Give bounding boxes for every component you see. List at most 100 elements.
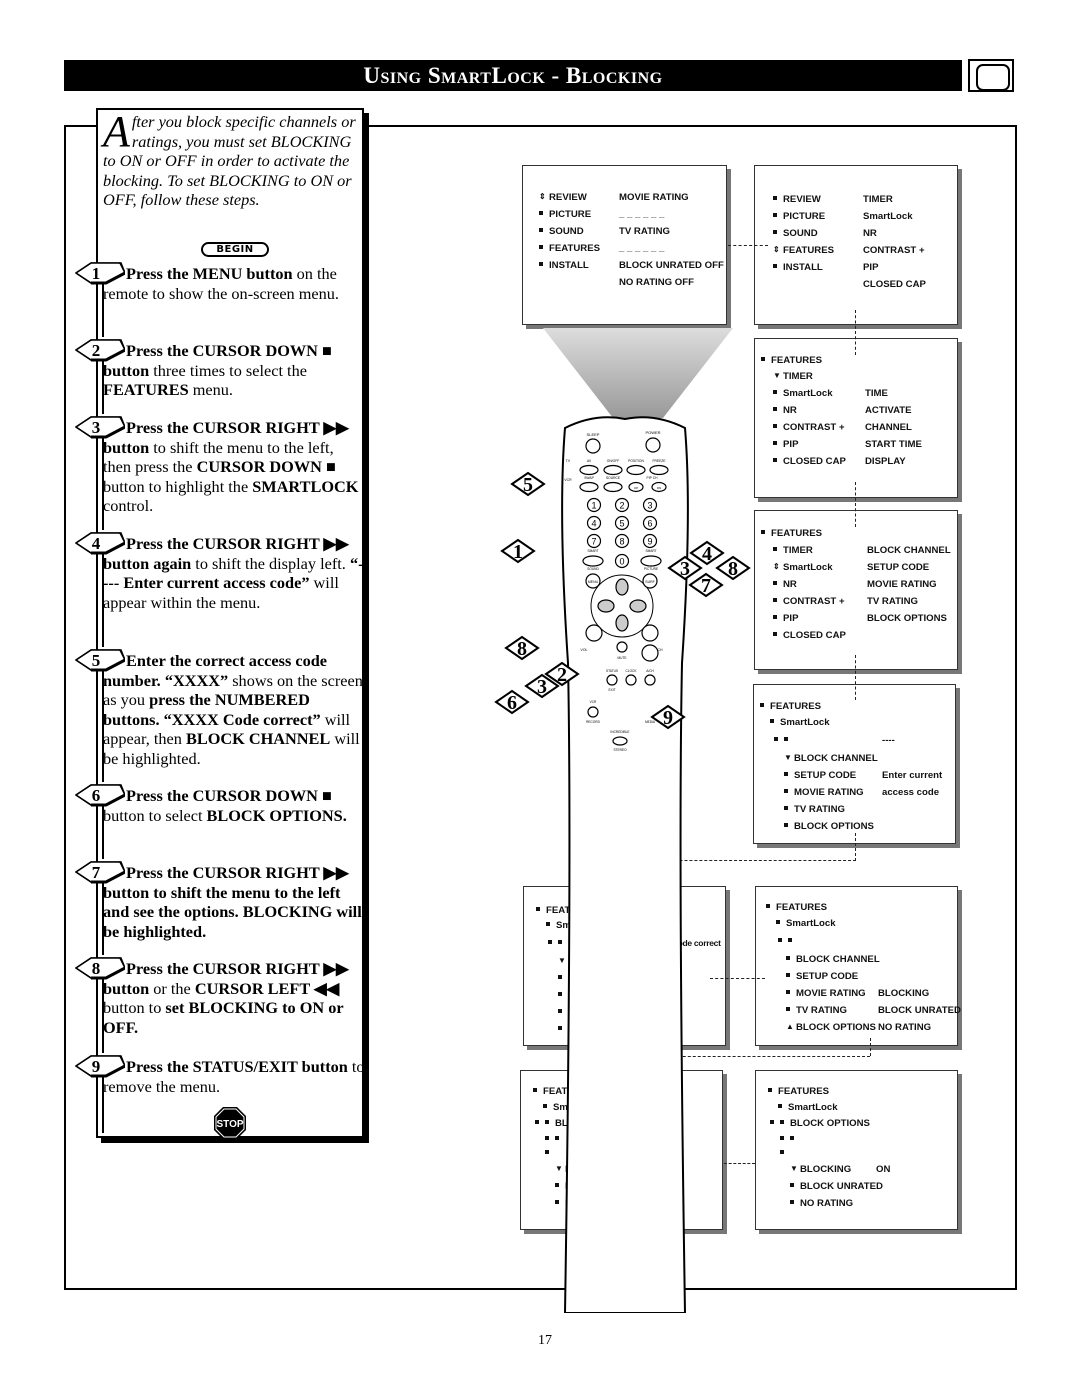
menu-item-label: FEATURES	[770, 701, 821, 712]
digit-label: 2	[619, 501, 624, 511]
ch-down-button[interactable]	[641, 644, 659, 662]
step-number: 7	[92, 863, 101, 882]
bullet-icon	[773, 230, 777, 235]
step-number-diamond-icon: 9	[75, 1055, 125, 1078]
bullet-icon	[788, 938, 792, 943]
menu-item: SETUP CODE	[784, 770, 856, 781]
menu-item-label: PIP	[783, 439, 799, 450]
remote-label: STATUS	[606, 669, 618, 673]
bullet-icon	[545, 1150, 549, 1155]
bullet-icon	[555, 1136, 559, 1141]
position-button[interactable]	[626, 464, 646, 476]
mute-button[interactable]	[616, 641, 628, 653]
smart-picture-button[interactable]	[640, 555, 662, 567]
cursor-left-button[interactable]	[597, 599, 615, 613]
menu-item: REVIEW	[773, 194, 821, 205]
menu-box-features-selected: REVIEW PICTURE SOUND ⇕ FEATURES INSTALL TIMER S…	[754, 165, 958, 325]
swap-button[interactable]	[579, 481, 599, 493]
clock-button[interactable]	[625, 674, 637, 686]
menu-item-label: SmartLock	[780, 717, 830, 728]
step-number-diamond-icon: 8	[75, 957, 125, 980]
bullet-icon	[555, 1200, 559, 1205]
power-button[interactable]	[645, 437, 661, 453]
menu-item-label: TV RATING	[796, 1005, 847, 1016]
pip-up-label: UP	[634, 486, 638, 490]
menu-item: ⇕ SmartLock	[773, 562, 833, 573]
step-9: 9 Press the STATUS/EXIT button to remove …	[75, 1055, 365, 1133]
down-arrow-icon: ▼	[790, 1164, 798, 1174]
step-2: 2 Press the CURSOR DOWN ■ button three ti…	[75, 339, 365, 414]
bullet-icon	[770, 719, 774, 724]
bullet-icon	[773, 458, 777, 463]
bullet-icon	[539, 262, 543, 267]
menu-item: FEATURES	[768, 1086, 829, 1097]
step-text-bold: FEATURES	[103, 380, 189, 399]
menu-item-label: BLOCK OPTIONS	[794, 821, 874, 832]
menu-level-markers	[774, 735, 794, 746]
menu-item-label: MOVIE RATING	[794, 787, 864, 798]
bullet-icon	[784, 806, 788, 811]
ab-button[interactable]	[644, 674, 656, 686]
bullet-icon	[778, 1104, 782, 1109]
menu-value: CLOSED CAP	[863, 279, 926, 290]
connector-line	[855, 655, 856, 700]
menu-item-label: BLOCK CHANNEL	[794, 753, 878, 764]
source-button[interactable]	[603, 481, 623, 493]
step-text: Press the MENU button on the remote to s…	[103, 264, 365, 303]
ch-label: CH	[657, 648, 663, 652]
step-text-normal: control.	[103, 496, 154, 515]
menu-item: INSTALL	[773, 262, 823, 273]
incredible-stereo-button[interactable]	[612, 736, 628, 746]
menu-item-label: SETUP CODE	[794, 770, 857, 781]
remote-label: SWAP	[584, 476, 594, 480]
status-button[interactable]	[606, 674, 618, 686]
sleep-button[interactable]	[585, 438, 601, 454]
cursor-right-button[interactable]	[629, 599, 647, 613]
step-number-diamond-icon: 1	[75, 262, 125, 285]
vol-up-button[interactable]	[585, 624, 603, 642]
menu-item: CLOSED CAP	[773, 456, 846, 467]
ch-up-button[interactable]	[641, 624, 659, 642]
step-text-bold: Press the MENU button	[126, 264, 293, 283]
menu-item: SmartLock	[770, 717, 830, 728]
menu-value: PIP	[863, 262, 879, 273]
menu-item-label: BLOCK OPTIONS	[790, 1118, 870, 1129]
av-button[interactable]	[579, 464, 599, 476]
mute-label: MUTE	[617, 656, 626, 660]
step-3: 3 Press the CURSOR RIGHT ▶▶ button to shi…	[75, 416, 365, 530]
menu-item-label: BLOCK UNRATED	[800, 1181, 883, 1192]
menu-value: DISPLAY	[865, 456, 906, 467]
menu-item-label: BLOCK CHANNEL	[796, 954, 880, 965]
digit-label: 4	[591, 519, 596, 529]
menu-item: FEATURES	[761, 528, 822, 539]
menu-value: BLOCKING	[878, 988, 930, 999]
bullet-icon	[784, 737, 788, 742]
cursor-down-button[interactable]	[615, 614, 629, 632]
step-text-normal: menu.	[188, 380, 233, 399]
digit-label: 6	[647, 519, 652, 529]
connector-line	[710, 978, 765, 979]
menu-item: BLOCK CHANNEL	[786, 954, 880, 965]
step-divider	[102, 361, 104, 414]
menu-value: Enter current	[882, 770, 943, 781]
menu-item: ▲ BLOCK OPTIONS	[786, 1022, 876, 1033]
menu-item-label: SmartLock	[783, 388, 833, 399]
menu-item: ⇕ FEATURES	[773, 245, 834, 256]
smart-sound-button[interactable]	[582, 555, 604, 567]
step-text: Press the CURSOR RIGHT ▶▶ button to shif…	[103, 863, 365, 941]
freeze-button[interactable]	[649, 464, 669, 476]
remote-label: SOURCE	[606, 476, 621, 480]
menu-item-label: NR	[783, 579, 797, 590]
menu-item: CONTRAST +	[773, 422, 845, 433]
step-text-normal: button to	[103, 998, 166, 1017]
step-text-normal: button to select	[103, 805, 207, 825]
onoff-button[interactable]	[603, 464, 623, 476]
record-button[interactable]	[587, 706, 599, 718]
remote-label: SMART	[587, 549, 598, 553]
step-text: Press the CURSOR RIGHT ▶▶ button to shif…	[103, 418, 365, 516]
bullet-icon	[773, 196, 777, 201]
step-text-bold: BLOCK OPTIONS.	[206, 805, 347, 825]
bullet-icon	[555, 1183, 559, 1188]
menu-item: PICTURE	[773, 211, 825, 222]
cursor-up-button[interactable]	[615, 578, 629, 596]
